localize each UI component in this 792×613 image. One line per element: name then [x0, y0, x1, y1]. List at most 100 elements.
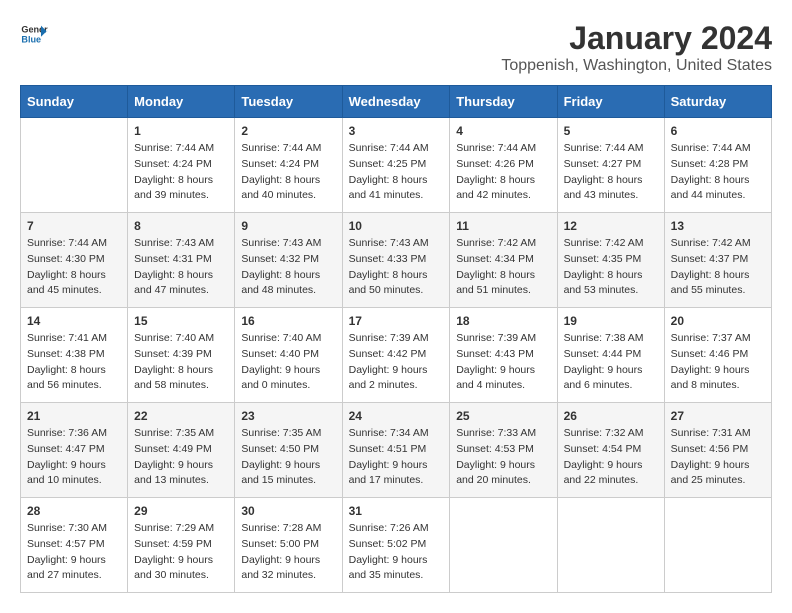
week-row-1: 1 Sunrise: 7:44 AMSunset: 4:24 PMDaylight…: [21, 118, 772, 213]
title-section: January 2024 Toppenish, Washington, Unit…: [501, 20, 772, 75]
day-number: 28: [27, 504, 121, 518]
day-number: 20: [671, 314, 765, 328]
day-number: 27: [671, 409, 765, 423]
day-number: 17: [349, 314, 444, 328]
day-info: Sunrise: 7:31 AMSunset: 4:56 PMDaylight:…: [671, 426, 765, 489]
calendar-cell: 29Sunrise: 7:29 AMSunset: 4:59 PMDayligh…: [128, 498, 235, 593]
day-number: 21: [27, 409, 121, 423]
day-info: Sunrise: 7:44 AMSunset: 4:25 PMDaylight:…: [349, 141, 444, 204]
calendar-cell: 31Sunrise: 7:26 AMSunset: 5:02 PMDayligh…: [342, 498, 450, 593]
day-info: Sunrise: 7:28 AMSunset: 5:00 PMDaylight:…: [241, 521, 335, 584]
day-number: 9: [241, 219, 335, 233]
day-info: Sunrise: 7:39 AMSunset: 4:43 PMDaylight:…: [456, 331, 550, 394]
day-info: Sunrise: 7:40 AMSunset: 4:40 PMDaylight:…: [241, 331, 335, 394]
day-number: 1: [134, 124, 228, 138]
day-info: Sunrise: 7:44 AMSunset: 4:28 PMDaylight:…: [671, 141, 765, 204]
day-number: 8: [134, 219, 228, 233]
day-number: 13: [671, 219, 765, 233]
calendar-cell: 19Sunrise: 7:38 AMSunset: 4:44 PMDayligh…: [557, 308, 664, 403]
day-number: 12: [564, 219, 658, 233]
day-info: Sunrise: 7:33 AMSunset: 4:53 PMDaylight:…: [456, 426, 550, 489]
calendar-cell: 5 Sunrise: 7:44 AMSunset: 4:27 PMDaylight…: [557, 118, 664, 213]
calendar-cell: 8 Sunrise: 7:43 AMSunset: 4:31 PMDaylight…: [128, 213, 235, 308]
calendar-cell: 3Sunrise: 7:44 AMSunset: 4:25 PMDaylight…: [342, 118, 450, 213]
day-number: 23: [241, 409, 335, 423]
calendar-cell: [450, 498, 557, 593]
calendar-cell: 17Sunrise: 7:39 AMSunset: 4:42 PMDayligh…: [342, 308, 450, 403]
day-number: 15: [134, 314, 228, 328]
calendar-cell: 1 Sunrise: 7:44 AMSunset: 4:24 PMDaylight…: [128, 118, 235, 213]
week-row-2: 7 Sunrise: 7:44 AMSunset: 4:30 PMDaylight…: [21, 213, 772, 308]
day-info: Sunrise: 7:42 AMSunset: 4:37 PMDaylight:…: [671, 236, 765, 299]
day-number: 19: [564, 314, 658, 328]
day-number: 2: [241, 124, 335, 138]
calendar-cell: 20 Sunrise: 7:37 AMSunset: 4:46 PMDayligh…: [664, 308, 771, 403]
day-info: Sunrise: 7:40 AMSunset: 4:39 PMDaylight:…: [134, 331, 228, 394]
calendar-table: SundayMondayTuesdayWednesdayThursdayFrid…: [20, 85, 772, 593]
day-number: 11: [456, 219, 550, 233]
calendar-cell: 26Sunrise: 7:32 AMSunset: 4:54 PMDayligh…: [557, 403, 664, 498]
day-info: Sunrise: 7:30 AMSunset: 4:57 PMDaylight:…: [27, 521, 121, 584]
day-info: Sunrise: 7:42 AMSunset: 4:34 PMDaylight:…: [456, 236, 550, 299]
week-row-3: 14 Sunrise: 7:41 AMSunset: 4:38 PMDayligh…: [21, 308, 772, 403]
col-header-wednesday: Wednesday: [342, 86, 450, 118]
week-row-5: 28 Sunrise: 7:30 AMSunset: 4:57 PMDayligh…: [21, 498, 772, 593]
svg-text:Blue: Blue: [21, 34, 41, 44]
calendar-cell: 2 Sunrise: 7:44 AMSunset: 4:24 PMDaylight…: [235, 118, 342, 213]
day-number: 16: [241, 314, 335, 328]
day-info: Sunrise: 7:44 AMSunset: 4:24 PMDaylight:…: [134, 141, 228, 204]
day-number: 26: [564, 409, 658, 423]
day-number: 4: [456, 124, 550, 138]
calendar-cell: 11 Sunrise: 7:42 AMSunset: 4:34 PMDayligh…: [450, 213, 557, 308]
day-info: Sunrise: 7:44 AMSunset: 4:26 PMDaylight:…: [456, 141, 550, 204]
calendar-cell: 28 Sunrise: 7:30 AMSunset: 4:57 PMDayligh…: [21, 498, 128, 593]
col-header-saturday: Saturday: [664, 86, 771, 118]
day-info: Sunrise: 7:36 AMSunset: 4:47 PMDaylight:…: [27, 426, 121, 489]
day-number: 22: [134, 409, 228, 423]
logo-icon: General Blue: [20, 20, 48, 48]
day-number: 18: [456, 314, 550, 328]
calendar-cell: 23 Sunrise: 7:35 AMSunset: 4:50 PMDayligh…: [235, 403, 342, 498]
calendar-cell: 30 Sunrise: 7:28 AMSunset: 5:00 PMDayligh…: [235, 498, 342, 593]
calendar-cell: 21 Sunrise: 7:36 AMSunset: 4:47 PMDayligh…: [21, 403, 128, 498]
day-info: Sunrise: 7:34 AMSunset: 4:51 PMDaylight:…: [349, 426, 444, 489]
day-info: Sunrise: 7:41 AMSunset: 4:38 PMDaylight:…: [27, 331, 121, 394]
calendar-cell: 27 Sunrise: 7:31 AMSunset: 4:56 PMDayligh…: [664, 403, 771, 498]
calendar-cell: 15 Sunrise: 7:40 AMSunset: 4:39 PMDayligh…: [128, 308, 235, 403]
day-info: Sunrise: 7:44 AMSunset: 4:27 PMDaylight:…: [564, 141, 658, 204]
col-header-sunday: Sunday: [21, 86, 128, 118]
calendar-cell: 24 Sunrise: 7:34 AMSunset: 4:51 PMDayligh…: [342, 403, 450, 498]
day-number: 29: [134, 504, 228, 518]
page-header: General Blue January 2024 Toppenish, Was…: [20, 20, 772, 75]
col-header-thursday: Thursday: [450, 86, 557, 118]
calendar-cell: [664, 498, 771, 593]
day-number: 7: [27, 219, 121, 233]
calendar-cell: 4 Sunrise: 7:44 AMSunset: 4:26 PMDaylight…: [450, 118, 557, 213]
logo: General Blue: [20, 20, 48, 48]
day-info: Sunrise: 7:35 AMSunset: 4:49 PMDaylight:…: [134, 426, 228, 489]
day-number: 6: [671, 124, 765, 138]
calendar-cell: 6 Sunrise: 7:44 AMSunset: 4:28 PMDaylight…: [664, 118, 771, 213]
month-title: January 2024: [501, 20, 772, 57]
calendar-cell: 14 Sunrise: 7:41 AMSunset: 4:38 PMDayligh…: [21, 308, 128, 403]
day-number: 30: [241, 504, 335, 518]
day-number: 31: [349, 504, 444, 518]
day-info: Sunrise: 7:43 AMSunset: 4:32 PMDaylight:…: [241, 236, 335, 299]
day-info: Sunrise: 7:44 AMSunset: 4:30 PMDaylight:…: [27, 236, 121, 299]
col-header-tuesday: Tuesday: [235, 86, 342, 118]
calendar-cell: 7 Sunrise: 7:44 AMSunset: 4:30 PMDaylight…: [21, 213, 128, 308]
day-info: Sunrise: 7:37 AMSunset: 4:46 PMDaylight:…: [671, 331, 765, 394]
calendar-cell: 9 Sunrise: 7:43 AMSunset: 4:32 PMDaylight…: [235, 213, 342, 308]
day-number: 5: [564, 124, 658, 138]
day-number: 14: [27, 314, 121, 328]
calendar-cell: 18 Sunrise: 7:39 AMSunset: 4:43 PMDayligh…: [450, 308, 557, 403]
col-header-monday: Monday: [128, 86, 235, 118]
day-info: Sunrise: 7:35 AMSunset: 4:50 PMDaylight:…: [241, 426, 335, 489]
calendar-cell: 10Sunrise: 7:43 AMSunset: 4:33 PMDayligh…: [342, 213, 450, 308]
day-info: Sunrise: 7:43 AMSunset: 4:31 PMDaylight:…: [134, 236, 228, 299]
calendar-cell: 25Sunrise: 7:33 AMSunset: 4:53 PMDayligh…: [450, 403, 557, 498]
column-headers: SundayMondayTuesdayWednesdayThursdayFrid…: [21, 86, 772, 118]
location-title: Toppenish, Washington, United States: [501, 57, 772, 75]
day-info: Sunrise: 7:44 AMSunset: 4:24 PMDaylight:…: [241, 141, 335, 204]
day-number: 24: [349, 409, 444, 423]
